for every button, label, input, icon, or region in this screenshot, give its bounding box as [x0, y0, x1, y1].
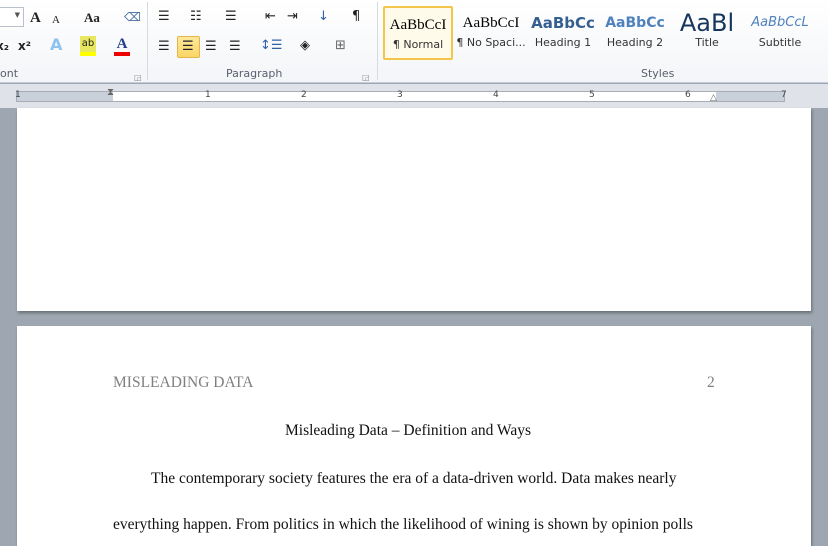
ruler-number: 6 [685, 90, 691, 100]
grow-font-button[interactable]: A [30, 10, 41, 26]
decrease-indent-button[interactable]: ⇤ [265, 9, 276, 25]
ruler-number: 7 [781, 90, 787, 100]
indent-marker-icon[interactable]: ⧗ [107, 87, 114, 98]
style-4[interactable]: AaBl Title [672, 6, 742, 60]
paragraph-group-label: Paragraph [226, 67, 283, 80]
align-right-icon: ☰ [205, 39, 217, 54]
font-color-button[interactable]: A [114, 36, 130, 56]
ruler-number: 3 [397, 90, 403, 100]
style-name: S [815, 36, 828, 49]
header-page-number: 2 [707, 374, 715, 391]
borders-button[interactable]: ⊞ [335, 38, 346, 54]
style-preview: AaBbCcI [389, 17, 447, 33]
align-left-button[interactable]: ☰ [154, 36, 176, 58]
numbering-button[interactable]: ☷ [190, 9, 202, 25]
multilevel-list-button[interactable]: ☰ [225, 9, 237, 25]
style-preview: A [815, 6, 828, 36]
sort-button[interactable]: ↓ [318, 9, 329, 25]
align-right-button[interactable]: ☰ [201, 36, 223, 58]
ruler-number: 1 [15, 90, 21, 100]
left-margin-area [17, 92, 113, 101]
header-left: MISLEADING DATA [113, 374, 254, 391]
style-name: Title [695, 36, 719, 49]
justify-icon: ☰ [229, 39, 241, 54]
style-1[interactable]: AaBbCcI ¶ No Spaci... [456, 6, 526, 60]
highlight-button[interactable]: ab [80, 36, 96, 56]
bullets-button[interactable]: ☰ [158, 9, 170, 25]
ruler-number: 5 [589, 90, 595, 100]
style-name: Heading 2 [606, 36, 664, 49]
superscript-button[interactable]: x² [18, 38, 31, 54]
clear-formatting-icon[interactable]: ⌫ [124, 9, 141, 25]
font-size-box[interactable]: ▼ [0, 7, 24, 27]
justify-button[interactable]: ☰ [225, 36, 247, 58]
page-2[interactable]: MISLEADING DATA 2 Misleading Data – Defi… [17, 326, 811, 546]
shrink-font-button[interactable]: A [52, 12, 60, 28]
style-name: Subtitle [758, 36, 802, 49]
separator [147, 2, 148, 80]
body-line: everything happen. From politics in whic… [113, 516, 693, 533]
change-case-button[interactable]: Aa [84, 10, 100, 26]
document-title: Misleading Data – Definition and Ways [285, 422, 531, 439]
shading-button[interactable]: ◈ [300, 38, 310, 54]
font-group-label: ont [0, 67, 19, 80]
style-preview: AaBbCc [605, 15, 665, 31]
ribbon: ▼ A A Aa ⌫ x₂ x² A ab A ont ◲ ☰ ☷ ☰ ⇤ ⇥ … [0, 0, 828, 83]
style-6[interactable]: AS [815, 6, 828, 60]
align-center-button[interactable]: ☰ [177, 36, 200, 58]
style-name: ¶ Normal [392, 38, 444, 51]
align-left-icon: ☰ [158, 39, 170, 54]
style-2[interactable]: AaBbCc Heading 1 [528, 6, 598, 60]
line-spacing-button[interactable]: ↕☰ [260, 38, 283, 54]
style-0[interactable]: AaBbCcI ¶ Normal [383, 6, 453, 60]
style-5[interactable]: AaBbCcL Subtitle [745, 6, 815, 60]
ruler-number: 4 [493, 90, 499, 100]
style-3[interactable]: AaBbCc Heading 2 [600, 6, 670, 60]
style-preview: AaBbCcI [462, 15, 520, 31]
style-preview: AaBl [679, 9, 735, 36]
styles-group-label: Styles [641, 67, 675, 80]
subscript-button[interactable]: x₂ [0, 38, 9, 54]
increase-indent-button[interactable]: ⇥ [287, 9, 298, 25]
ruler-number: 1 [205, 90, 211, 100]
body-line: The contemporary society features the er… [151, 470, 677, 487]
page-1 [17, 108, 811, 311]
ruler-number: 2 [301, 90, 307, 100]
style-name: Heading 1 [534, 36, 592, 49]
style-preview: AaBbCc [531, 14, 595, 32]
style-name: ¶ No Spaci... [456, 36, 526, 49]
horizontal-ruler[interactable]: 1 1 2 3 4 5 6 7 [15, 90, 787, 102]
text-effects-button[interactable]: A [50, 37, 62, 53]
separator [377, 2, 378, 80]
right-margin-area [716, 92, 784, 101]
align-center-icon: ☰ [182, 39, 194, 54]
style-preview: AaBbCcL [751, 15, 809, 30]
right-indent-marker-icon[interactable]: △ [710, 93, 717, 103]
show-formatting-button[interactable]: ¶ [352, 9, 360, 25]
